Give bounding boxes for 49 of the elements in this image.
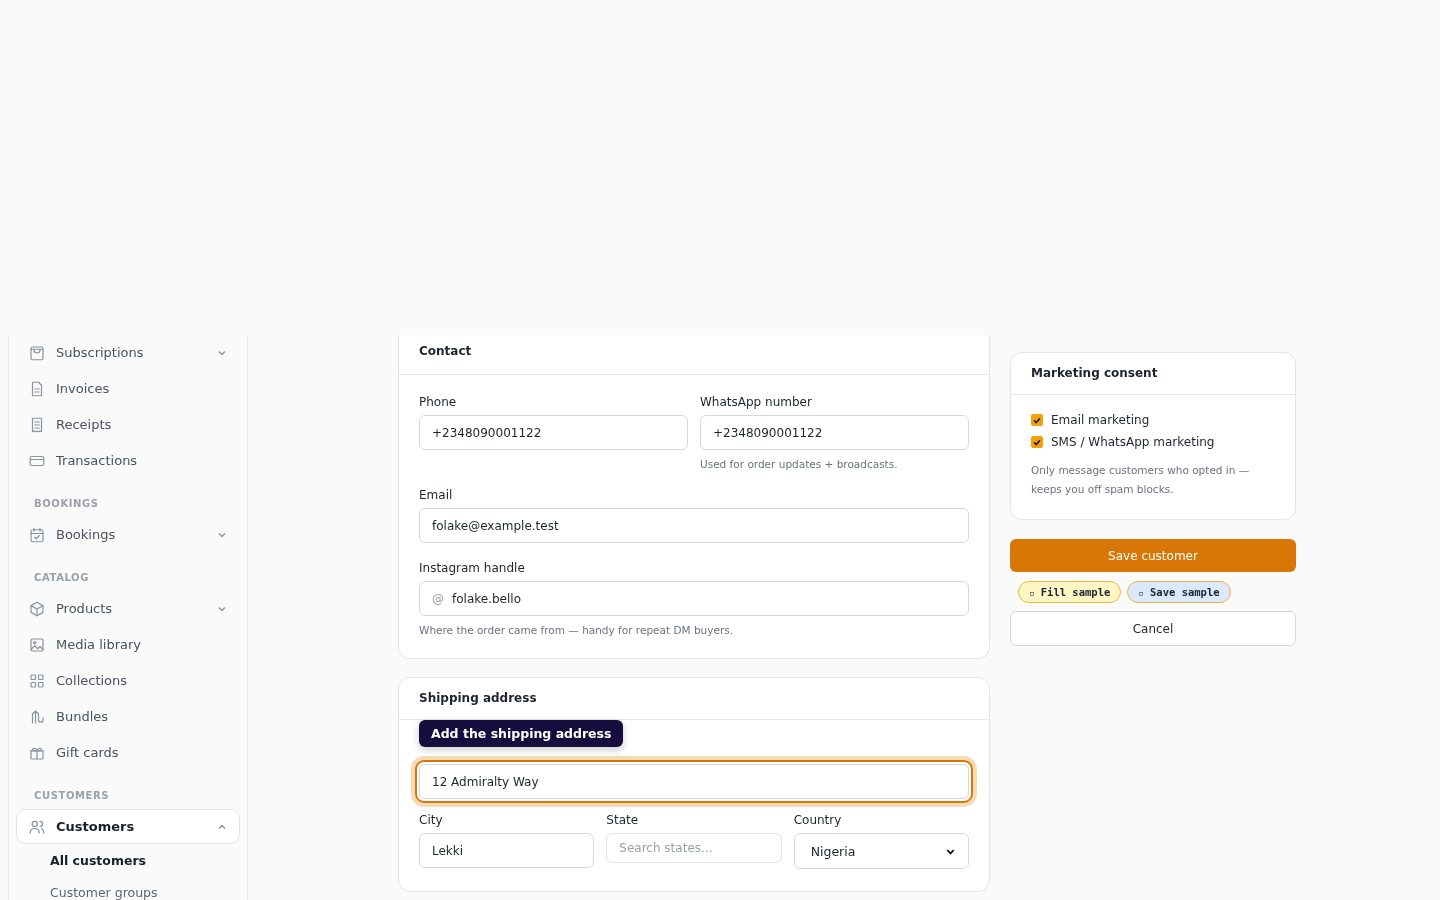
checkbox[interactable] — [1031, 436, 1043, 448]
section-heading: CUSTOMERS — [34, 790, 111, 801]
field-label: Phone — [419, 395, 457, 409]
help-text: Used for order updates + broadcasts. — [700, 458, 898, 470]
sample-button[interactable]: ▫ Save sample — [1127, 581, 1231, 603]
checkbox-option[interactable]: Email marketing — [1031, 413, 1150, 427]
sidebar-subitem[interactable]: Customer groups — [8, 877, 240, 900]
tooltip: Add the shipping address — [419, 720, 624, 747]
sidebar-item[interactable]: Transactions — [16, 443, 240, 478]
sidebar-item[interactable]: Bookings — [16, 517, 240, 552]
sidebar-item[interactable]: Invoices — [16, 371, 240, 406]
field-label: City — [419, 813, 443, 827]
state-search-field[interactable]: Search states... — [606, 833, 782, 863]
section-heading: CATALOG — [34, 572, 90, 583]
field-label: Email — [419, 488, 453, 502]
field-label: State — [606, 813, 639, 827]
grid-icon — [28, 671, 46, 690]
sidebar-item[interactable]: Gift cards — [16, 735, 240, 770]
help-text: Where the order came from — handy for repeat DM buyers. — [419, 624, 734, 636]
sidebar-item[interactable]: Bundles — [16, 699, 240, 734]
card-title: Contact — [399, 335, 989, 375]
phone-field[interactable]: +2348090001122 — [419, 415, 688, 450]
image-icon — [28, 635, 46, 654]
section-heading: BOOKINGS — [34, 498, 100, 509]
sidebar-item[interactable]: Products — [16, 591, 240, 626]
bag-icon — [28, 343, 46, 362]
whatsapp-field[interactable]: +2348090001122 — [700, 415, 969, 450]
email-field[interactable]: folake@example.test — [419, 508, 969, 543]
sample-button[interactable]: ▫ Fill sample — [1018, 581, 1122, 603]
field-label: Country — [793, 813, 842, 827]
card-title: Marketing consent — [1011, 353, 1295, 395]
street-address-field[interactable]: 12 Admiralty Way — [419, 764, 969, 799]
checkbox-option[interactable]: SMS / WhatsApp marketing — [1031, 435, 1215, 449]
instagram-field[interactable]: @ folake.bello — [419, 581, 969, 616]
country-select[interactable]: Nigeria — [793, 833, 969, 869]
city-field[interactable]: Lekki — [419, 833, 595, 868]
sidebar-item[interactable]: Receipts — [16, 407, 240, 442]
sidebar-item[interactable]: Collections — [16, 663, 240, 698]
sidebar-item[interactable]: Subscriptions — [16, 335, 240, 370]
field-label: WhatsApp number — [700, 395, 812, 409]
box-icon — [28, 599, 46, 618]
field-label: Instagram handle — [419, 561, 525, 575]
sidebar-item[interactable]: Customers — [16, 809, 240, 844]
cancel-button[interactable]: Cancel — [1010, 611, 1296, 646]
sidebar-subitem[interactable]: All customers — [8, 845, 240, 877]
sidebar-item[interactable]: Media library — [16, 627, 240, 662]
checkbox[interactable] — [1031, 414, 1043, 426]
cal-icon — [28, 525, 46, 544]
consent-note: Only message customers who opted in — keeps you off spam blocks. — [1031, 463, 1251, 497]
